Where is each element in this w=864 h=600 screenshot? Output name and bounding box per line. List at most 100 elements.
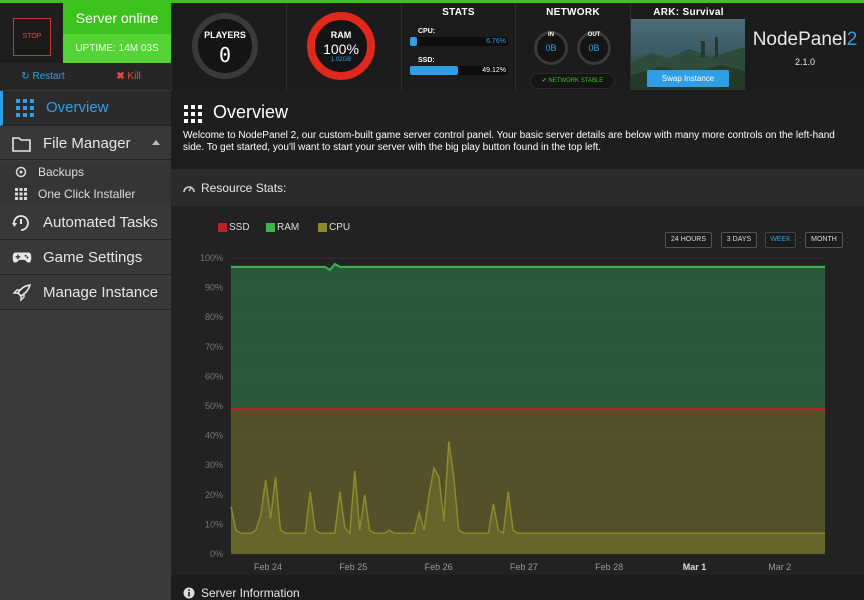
players-count: 0 [218,43,232,67]
game-title: ARK: Survival [653,7,724,18]
game-artwork: Swap Instance [631,19,745,90]
y-tick-label: 50% [205,401,223,411]
page-title: Overview [213,102,289,122]
network-widget: NETWORK 0B IN 0B OUT ✔ NETWORK STABLE [515,3,630,90]
brand-panel: NodePanel2 2.1.0 [746,3,864,90]
server-status-panel: Server online UPTIME: 14M 03S [63,3,171,63]
stop-panel: STOP [0,3,63,63]
y-tick-label: 60% [205,371,223,381]
sidebar-item-label: One Click Installer [38,187,136,201]
sidebar-item-game-settings[interactable]: Game Settings [0,241,171,275]
brand-name: NodePanel [752,29,847,50]
ram-amount: 1.02GB [330,57,352,63]
sidebar-item-label: Automated Tasks [43,214,158,231]
players-widget: PLAYERS 0 [171,3,286,90]
sidebar-item-label: Backups [38,165,85,179]
brand-logo: NodePanel2 [746,29,864,51]
server-information-title: Server Information [201,586,300,600]
restart-label: Restart [32,71,65,82]
stats-widget: STATS CPU: 6.76% SSD: 49.12% [401,3,515,90]
network-status-text: NETWORK STABLE [548,78,604,84]
cpu-value: 6.76% [486,38,506,45]
x-tick-label: Feb 24 [254,562,282,572]
restart-icon: ↻ [21,71,30,82]
sidebar-item-overview[interactable]: Overview [0,91,171,126]
network-in-value: 0B [545,43,557,53]
series-area-ssd [231,409,825,554]
ram-title: RAM [330,30,352,40]
resource-stats-title: Resource Stats: [201,181,287,195]
server-status: Server online [75,10,159,26]
network-status-badge: ✔ NETWORK STABLE [530,73,615,89]
cpu-bar: 6.76% [410,37,508,46]
players-title: PLAYERS [204,30,246,40]
y-tick-label: 70% [205,342,223,352]
y-tick-label: 100% [200,253,223,263]
restart-button[interactable]: ↻ Restart [0,63,86,90]
check-icon: ✔ [541,78,547,84]
ssd-value: 49.12% [482,67,506,74]
sidebar-item-backups[interactable]: Backups [0,161,171,183]
dashboard-icon [183,186,195,193]
grid-icon [184,105,202,123]
swap-instance-button[interactable]: Swap Instance [647,70,729,87]
ssd-bar-fill [410,66,459,75]
backup-icon [15,166,27,178]
y-tick-label: 20% [205,490,223,500]
stats-title: STATS [442,7,475,18]
y-tick-label: 90% [205,283,223,293]
grid-icon [16,99,34,117]
x-tick-label: Feb 27 [510,562,538,572]
kill-button[interactable]: ✖ Kill [86,63,171,90]
y-tick-label: 40% [205,431,223,441]
sidebar-item-label: File Manager [43,135,131,152]
resource-stats-header: Resource Stats: [171,170,864,206]
resource-chart: 0% 10% 20% 30% 40% 50% 60% 70% 80% 90% 100% Feb 24 F… [200,253,825,572]
x-tick-label: Feb 25 [339,562,367,572]
y-tick-label: 0% [210,549,223,559]
brand-version: 2.1.0 [794,57,816,67]
y-tick-label: 30% [205,460,223,470]
tasks-icon [12,215,29,231]
cpu-label: CPU: [418,28,436,35]
ssd-bar: 49.12% [410,66,508,75]
folder-icon [12,137,31,152]
sidebar-item-manage-instance[interactable]: Manage Instance [0,276,171,310]
rocket-icon [12,284,32,302]
ram-widget: RAM 100% 1.02GB [286,3,401,90]
ram-percent: 100% [323,41,359,57]
kill-label: Kill [127,71,141,82]
server-information-header: Server Information [171,575,864,600]
x-tick-label: Feb 28 [595,562,623,572]
overview-header: Overview Welcome to NodePanel 2, our cus… [171,90,864,169]
y-tick-label: 80% [205,312,223,322]
x-tick-label: Mar 2 [768,562,791,572]
resource-chart-panel: SSD RAM CPU 24 HOURS 3 DAYS WEEK MONTH 0… [171,206,864,575]
cpu-bar-fill [410,37,417,46]
network-title: NETWORK [546,7,600,18]
sidebar-item-label: Overview [46,99,109,116]
network-in-label: IN [548,32,554,38]
uptime-label: UPTIME: 14M 03S [63,34,171,63]
y-tick-label: 10% [205,519,223,529]
sidebar-item-label: Game Settings [43,249,143,266]
grid-icon [15,188,27,200]
sidebar-item-automated-tasks[interactable]: Automated Tasks [0,206,171,240]
sidebar: Overview File Manager Backups One Click … [0,90,171,600]
kill-icon: ✖ [116,71,125,82]
gamepad-icon [12,252,32,263]
sidebar-item-file-manager[interactable]: File Manager [0,127,171,160]
ssd-label: SSD: [418,57,435,64]
stop-button[interactable]: STOP [13,18,51,56]
network-out-value: 0B [588,43,600,53]
welcome-text: Welcome to NodePanel 2, our custom-built… [183,130,835,153]
x-tick-label: Feb 26 [425,562,453,572]
x-tick-label: Mar 1 [683,562,707,572]
players-gauge: PLAYERS 0 [192,13,258,79]
network-out-label: OUT [587,32,601,38]
info-icon [183,587,195,599]
sidebar-item-one-click-installer[interactable]: One Click Installer [0,183,171,205]
ram-gauge: RAM 100% 1.02GB [307,12,375,80]
game-widget: ARK: Survival Swap Instance [630,3,746,90]
chevron-up-icon[interactable] [150,137,162,149]
